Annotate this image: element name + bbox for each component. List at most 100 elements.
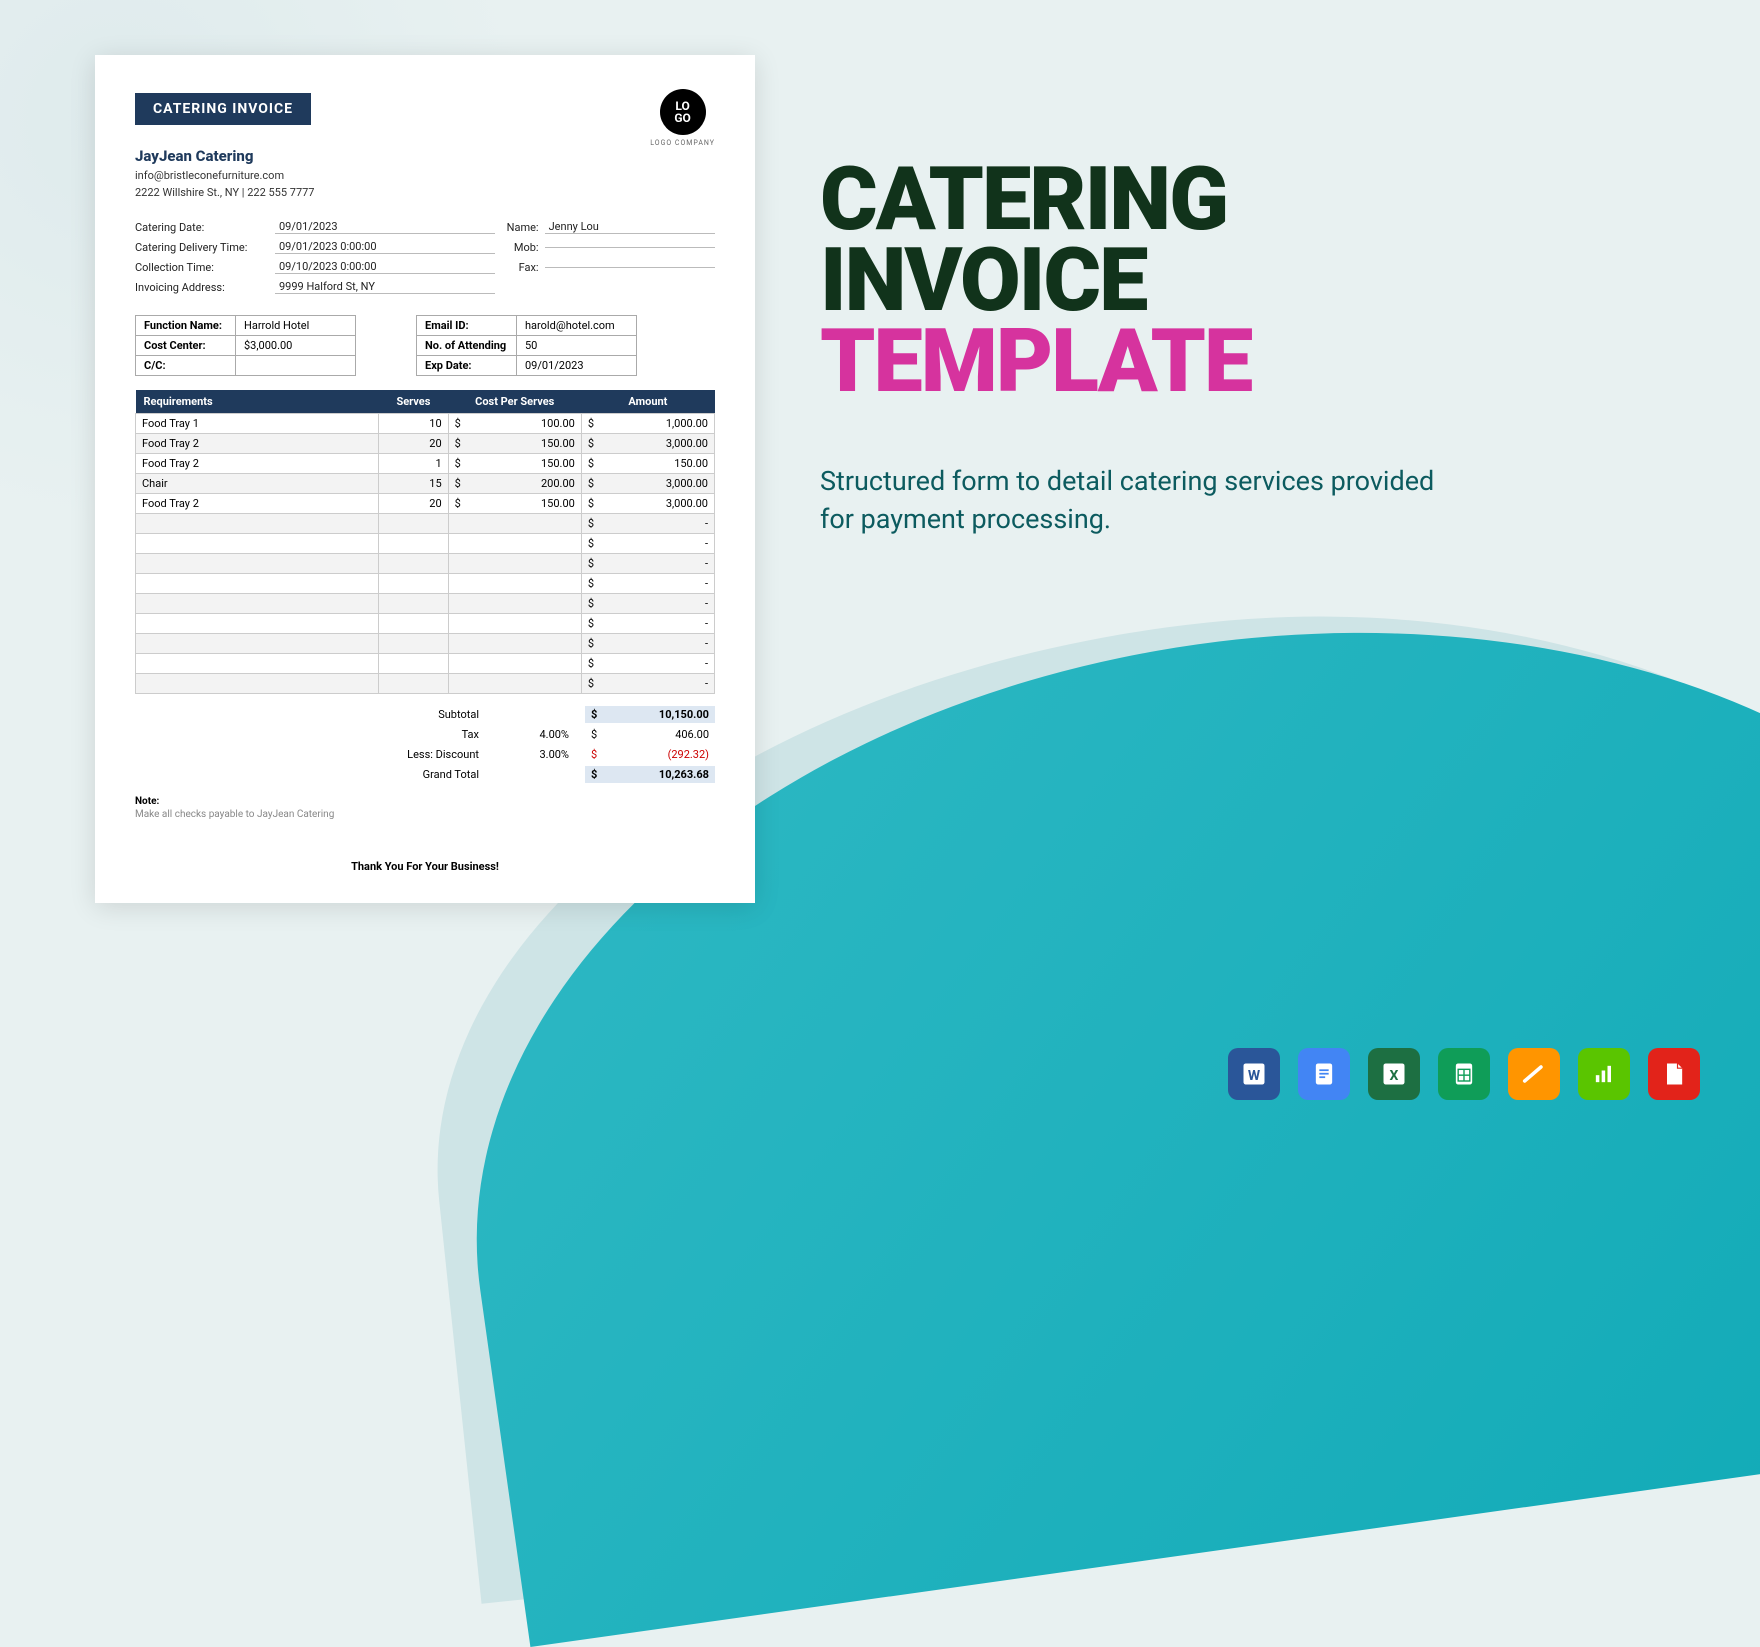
info-line: Fax: (495, 257, 715, 277)
grandtotal-value: $10,263.68 (585, 766, 715, 783)
cell-amount: $- (581, 554, 714, 574)
table-row: Chair15$200.00$3,000.00 (136, 474, 715, 494)
table-row: $- (136, 594, 715, 614)
thank-you-text: Thank You For Your Business! (135, 860, 715, 873)
pdf-icon[interactable] (1648, 1048, 1700, 1100)
tax-value: $406.00 (585, 726, 715, 743)
cell-amount: $3,000.00 (581, 494, 714, 514)
google-docs-icon[interactable] (1298, 1048, 1350, 1100)
cell-serves (379, 574, 448, 594)
cell-cost: $200.00 (448, 474, 581, 494)
info-label: Invoicing Address: (135, 281, 275, 294)
box-value: 50 (517, 336, 637, 356)
note-block: Note: Make all checks payable to JayJean… (135, 796, 715, 820)
apple-numbers-icon[interactable] (1578, 1048, 1630, 1100)
box-value: 09/01/2023 (517, 356, 637, 376)
attendee-box: Email ID:harold@hotel.comNo. of Attendin… (416, 315, 637, 376)
box-label: Email ID: (417, 316, 517, 336)
cell-serves (379, 614, 448, 634)
cell-requirement (136, 554, 379, 574)
info-value: 9999 Halford St, NY (275, 280, 495, 294)
grandtotal-label: Grand Total (375, 768, 495, 781)
box-row: Email ID:harold@hotel.com (417, 316, 637, 336)
company-block: JayJean Catering info@bristleconefurnitu… (135, 147, 715, 199)
cell-requirement (136, 674, 379, 694)
function-box: Function Name:Harrold HotelCost Center:$… (135, 315, 356, 376)
box-value: harold@hotel.com (517, 316, 637, 336)
marketing-description: Structured form to detail catering servi… (820, 463, 1460, 539)
cell-requirement: Food Tray 1 (136, 414, 379, 434)
cell-requirement (136, 614, 379, 634)
table-row: $- (136, 534, 715, 554)
cell-cost: $150.00 (448, 494, 581, 514)
tax-label: Tax (375, 728, 495, 741)
format-icons-row: W X (1228, 1048, 1700, 1100)
info-value (545, 267, 715, 268)
cell-amount: $- (581, 614, 714, 634)
cell-serves (379, 654, 448, 674)
cell-amount: $3,000.00 (581, 434, 714, 454)
cell-cost (448, 674, 581, 694)
th-cost: Cost Per Serves (448, 390, 581, 414)
box-row: Cost Center:$3,000.00 (136, 336, 356, 356)
table-row: $- (136, 574, 715, 594)
cell-requirement (136, 574, 379, 594)
cell-amount: $- (581, 574, 714, 594)
note-text: Make all checks payable to JayJean Cater… (135, 809, 715, 820)
cell-amount: $- (581, 654, 714, 674)
cell-cost (448, 614, 581, 634)
table-row: $- (136, 514, 715, 534)
apple-pages-icon[interactable] (1508, 1048, 1560, 1100)
info-label: Fax: (495, 261, 545, 274)
logo-icon: LO GO (660, 89, 706, 135)
info-left-col: Catering Date:09/01/2023Catering Deliver… (135, 217, 495, 297)
cell-requirement (136, 514, 379, 534)
note-label: Note: (135, 796, 715, 807)
marketing-panel: CATERING INVOICE TEMPLATE Structured for… (820, 160, 1460, 538)
cell-requirement: Chair (136, 474, 379, 494)
info-line: Name:Jenny Lou (495, 217, 715, 237)
company-address: 2222 Willshire St., NY | 222 555 7777 (135, 186, 715, 199)
company-name: JayJean Catering (135, 147, 715, 165)
excel-icon[interactable]: X (1368, 1048, 1420, 1100)
cell-cost (448, 594, 581, 614)
box-value (236, 356, 356, 376)
info-line: Catering Delivery Time:09/01/2023 0:00:0… (135, 237, 495, 257)
info-value: Jenny Lou (545, 220, 715, 234)
cell-serves (379, 554, 448, 574)
cell-cost: $100.00 (448, 414, 581, 434)
cell-amount: $150.00 (581, 454, 714, 474)
word-icon[interactable]: W (1228, 1048, 1280, 1100)
cell-serves: 20 (379, 494, 448, 514)
cell-cost: $150.00 (448, 454, 581, 474)
box-row: Function Name:Harrold Hotel (136, 316, 356, 336)
svg-text:W: W (1248, 1068, 1261, 1084)
cell-serves: 1 (379, 454, 448, 474)
table-row: Food Tray 110$100.00$1,000.00 (136, 414, 715, 434)
table-row: Food Tray 21$150.00$150.00 (136, 454, 715, 474)
invoice-document: CATERING INVOICE LO GO LOGO COMPANY JayJ… (95, 55, 755, 903)
table-row: Food Tray 220$150.00$3,000.00 (136, 434, 715, 454)
info-value: 09/01/2023 0:00:00 (275, 240, 495, 254)
cell-requirement (136, 594, 379, 614)
info-line: Collection Time:09/10/2023 0:00:00 (135, 257, 495, 277)
cell-serves (379, 534, 448, 554)
cell-cost (448, 654, 581, 674)
th-requirements: Requirements (136, 390, 379, 414)
google-sheets-icon[interactable] (1438, 1048, 1490, 1100)
cell-cost (448, 534, 581, 554)
cell-serves: 20 (379, 434, 448, 454)
subtotal-label: Subtotal (375, 708, 495, 721)
info-line: Mob: (495, 237, 715, 257)
company-email: info@bristleconefurniture.com (135, 169, 715, 182)
info-label: Collection Time: (135, 261, 275, 274)
table-row: $- (136, 674, 715, 694)
box-label: Function Name: (136, 316, 236, 336)
items-table: Requirements Serves Cost Per Serves Amou… (135, 390, 715, 694)
table-row: Food Tray 220$150.00$3,000.00 (136, 494, 715, 514)
cell-requirement: Food Tray 2 (136, 494, 379, 514)
info-label: Catering Date: (135, 221, 275, 234)
table-row: $- (136, 634, 715, 654)
cell-amount: $3,000.00 (581, 474, 714, 494)
info-section: Catering Date:09/01/2023Catering Deliver… (135, 217, 715, 297)
